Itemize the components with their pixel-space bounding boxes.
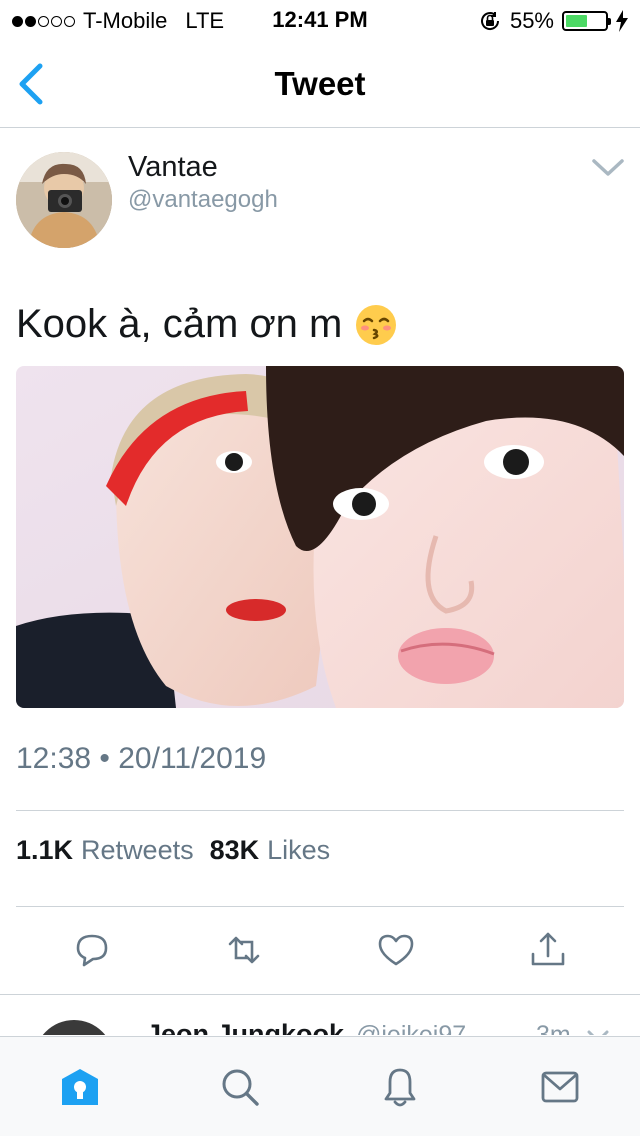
chevron-down-icon[interactable] — [586, 1029, 610, 1035]
likes-stat[interactable]: 83K Likes — [210, 835, 331, 866]
messages-icon[interactable] — [538, 1065, 582, 1109]
like-icon[interactable] — [374, 928, 418, 972]
tab-bar — [0, 1036, 640, 1136]
retweets-label: Retweets — [81, 835, 194, 865]
tweet-photo[interactable] — [16, 366, 624, 708]
divider — [16, 810, 624, 811]
share-icon[interactable] — [526, 928, 570, 972]
retweets-count: 1.1K — [16, 835, 74, 865]
reply-preview[interactable]: Jeon Jungkook @jeikei97 3m — [0, 995, 640, 1035]
chevron-down-icon[interactable] — [590, 156, 626, 180]
tweet-text: Kook à, cảm ơn m — [16, 302, 398, 347]
reply-author-name: Jeon Jungkook — [146, 1019, 345, 1035]
user-name[interactable]: Vantae — [128, 151, 218, 184]
tweet-stats: 1.1K Retweets 83K Likes — [16, 835, 330, 866]
reply-author-handle: @jeikei97 — [356, 1021, 467, 1035]
reply-icon[interactable] — [70, 928, 114, 972]
avatar[interactable] — [16, 152, 112, 248]
status-bar: T-Mobile LTE 12:41 PM 55% — [0, 0, 640, 40]
kissing-face-emoji-icon — [356, 304, 397, 345]
status-right: 55% — [478, 8, 628, 34]
reply-avatar[interactable] — [34, 1020, 114, 1035]
tweet-timestamp: 12:38 • 20/11/2019 — [16, 742, 267, 775]
page-title: Tweet — [274, 65, 366, 102]
likes-label: Likes — [267, 835, 331, 865]
search-icon[interactable] — [218, 1065, 262, 1109]
reply-time: 3m — [536, 1021, 571, 1035]
retweets-stat[interactable]: 1.1K Retweets — [16, 835, 194, 866]
nav-bar: Tweet — [0, 40, 640, 128]
likes-count: 83K — [209, 835, 260, 865]
lock-rotation-icon — [480, 12, 499, 30]
user-handle[interactable]: @vantaegogh — [128, 186, 278, 214]
battery-icon — [562, 11, 611, 31]
home-icon[interactable] — [58, 1065, 102, 1109]
notifications-icon[interactable] — [378, 1065, 422, 1109]
tweet-text-content: Kook à, cảm ơn m — [16, 302, 343, 346]
charging-bolt-icon — [616, 10, 628, 32]
divider — [16, 906, 624, 907]
battery-percent: 55% — [509, 8, 554, 33]
retweet-icon[interactable] — [222, 928, 266, 972]
